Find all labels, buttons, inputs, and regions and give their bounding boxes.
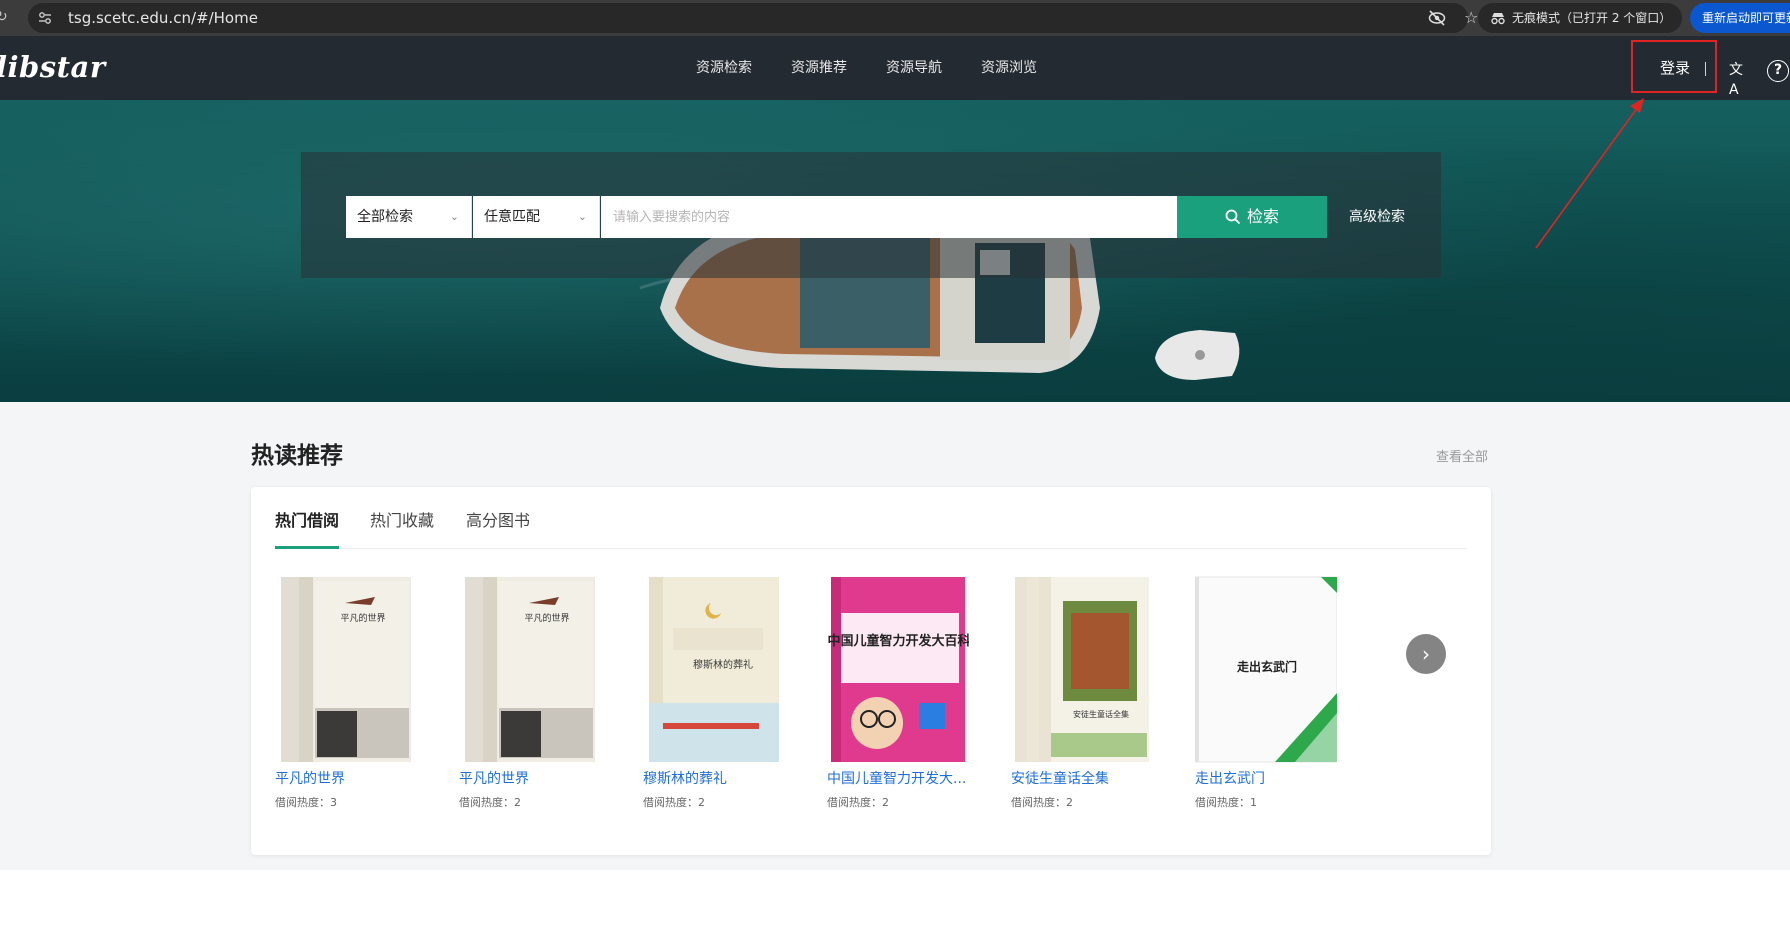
carousel-next-button[interactable]: › [1406, 634, 1446, 674]
borrow-heat: 借阅热度：1 [1195, 796, 1257, 809]
tab-hot-borrow[interactable]: 热门借阅 [275, 507, 339, 531]
book-title[interactable]: 平凡的世界 [275, 768, 425, 788]
translate-icon[interactable]: 文A [1729, 60, 1749, 98]
book-item: 平凡的世界 平凡的世界 借阅热度：3 [275, 573, 475, 810]
nav-resource-search[interactable]: 资源检索 [696, 36, 752, 100]
book-cover[interactable]: 安徒生童话全集 [1011, 573, 1153, 764]
page-footer-area [0, 870, 1790, 943]
borrow-heat: 借阅热度：2 [643, 796, 705, 809]
eye-off-icon[interactable] [1428, 10, 1446, 26]
address-bar[interactable]: tsg.scetc.edu.cn/#/Home ☆ [28, 3, 1478, 33]
borrow-heat: 借阅热度：2 [827, 796, 889, 809]
cover-title-text: 走出玄武门 [1237, 659, 1297, 674]
match-mode-value: 任意匹配 [484, 209, 540, 225]
book-title[interactable]: 中国儿童智力开发大... [827, 768, 977, 788]
advanced-search-link[interactable]: 高级检索 [1349, 196, 1405, 238]
reload-icon[interactable]: ↻ [0, 8, 14, 26]
incognito-label: 无痕模式（已打开 2 个窗口） [1512, 11, 1672, 25]
cover-title-text: 中国儿童智力开发大百科 [827, 633, 969, 649]
book-title[interactable]: 安徒生童话全集 [1011, 768, 1161, 788]
browser-toolbar: ↻ tsg.scetc.edu.cn/#/Home ☆ 无痕模式（已打开 2 个… [0, 0, 1790, 36]
book-item: 安徒生童话全集 安徒生童话全集 借阅热度：2 [1011, 573, 1211, 810]
recommend-card: 热门借阅 热门收藏 高分图书 平凡的世界 平凡的世界 借阅热度：3 平凡的世界 … [251, 487, 1491, 855]
search-button-label: 检索 [1246, 207, 1279, 226]
book-cover[interactable]: 走出玄武门 [1195, 573, 1337, 764]
search-scope-value: 全部检索 [357, 209, 413, 225]
book-cover[interactable]: 平凡的世界 [275, 573, 417, 764]
chevron-down-icon: ⌄ [449, 210, 459, 223]
book-cover[interactable]: 穆斯林的葬礼 [643, 573, 785, 764]
chevron-down-icon: ⌄ [577, 210, 587, 223]
borrow-heat: 借阅热度：2 [459, 796, 521, 809]
site-header: libstar 资源检索 资源推荐 资源导航 资源浏览 登录 [0, 36, 1790, 100]
book-title[interactable]: 穆斯林的葬礼 [643, 768, 793, 788]
cover-title-text: 穆斯林的葬礼 [693, 658, 753, 671]
libstar-logo[interactable]: libstar [0, 50, 106, 84]
tab-high-score[interactable]: 高分图书 [466, 507, 530, 531]
book-item: 平凡的世界 平凡的世界 借阅热度：2 [459, 573, 659, 810]
chevron-right-icon: › [1422, 642, 1430, 666]
incognito-icon [1491, 13, 1505, 25]
restart-update-button[interactable]: 重新启动即可更新 [1690, 3, 1790, 33]
site-info-icon[interactable] [38, 11, 52, 25]
book-item: 中国儿童智力开发大百科 中国儿童智力开发大... 借阅热度：2 [827, 573, 1027, 810]
active-tab-indicator [275, 546, 339, 549]
recommend-tabs: 热门借阅 热门收藏 高分图书 [275, 487, 1467, 549]
book-title[interactable]: 走出玄武门 [1195, 768, 1345, 788]
borrow-heat: 借阅热度：2 [1011, 796, 1073, 809]
carousel-edge [1465, 573, 1491, 773]
book-item: 走出玄武门 走出玄武门 借阅热度：1 [1195, 573, 1395, 810]
book-cover[interactable]: 中国儿童智力开发大百科 [827, 573, 969, 764]
search-panel: 全部检索 ⌄ 任意匹配 ⌄ 检索 高级检索 [301, 152, 1441, 278]
book-item: 穆斯林的葬礼 穆斯林的葬礼 借阅热度：2 [643, 573, 843, 810]
cover-title-text: 平凡的世界 [340, 612, 385, 624]
view-all-link[interactable]: 查看全部 [1436, 446, 1488, 465]
cover-title-text: 平凡的世界 [524, 612, 569, 624]
hot-reading-section: 热读推荐 查看全部 热门借阅 热门收藏 高分图书 平凡的世界 平凡的世界 借阅热… [0, 402, 1790, 870]
section-title: 热读推荐 [251, 443, 343, 469]
help-icon[interactable]: ? [1767, 60, 1789, 82]
book-title[interactable]: 平凡的世界 [459, 768, 609, 788]
nav-resource-browse[interactable]: 资源浏览 [981, 36, 1037, 100]
tab-hot-favorite[interactable]: 热门收藏 [370, 507, 434, 531]
hero-banner: 全部检索 ⌄ 任意匹配 ⌄ 检索 高级检索 [0, 100, 1790, 402]
match-mode-select[interactable]: 任意匹配 ⌄ [473, 196, 600, 238]
cover-title-text: 安徒生童话全集 [1073, 709, 1129, 719]
nav-resource-navigation[interactable]: 资源导航 [886, 36, 942, 100]
borrow-heat: 借阅热度：3 [275, 796, 337, 809]
search-button[interactable]: 检索 [1177, 196, 1327, 238]
bookmark-star-icon[interactable]: ☆ [1464, 8, 1478, 27]
search-input[interactable] [601, 196, 1177, 238]
nav-resource-recommend[interactable]: 资源推荐 [791, 36, 847, 100]
book-cover[interactable]: 平凡的世界 [459, 573, 601, 764]
search-scope-select[interactable]: 全部检索 ⌄ [346, 196, 472, 238]
search-icon [1225, 209, 1241, 225]
incognito-badge[interactable]: 无痕模式（已打开 2 个窗口） [1478, 3, 1682, 33]
url-text[interactable]: tsg.scetc.edu.cn/#/Home [68, 3, 258, 33]
login-annotation-box [1631, 40, 1717, 93]
main-nav: 资源检索 资源推荐 资源导航 资源浏览 [696, 36, 1076, 100]
